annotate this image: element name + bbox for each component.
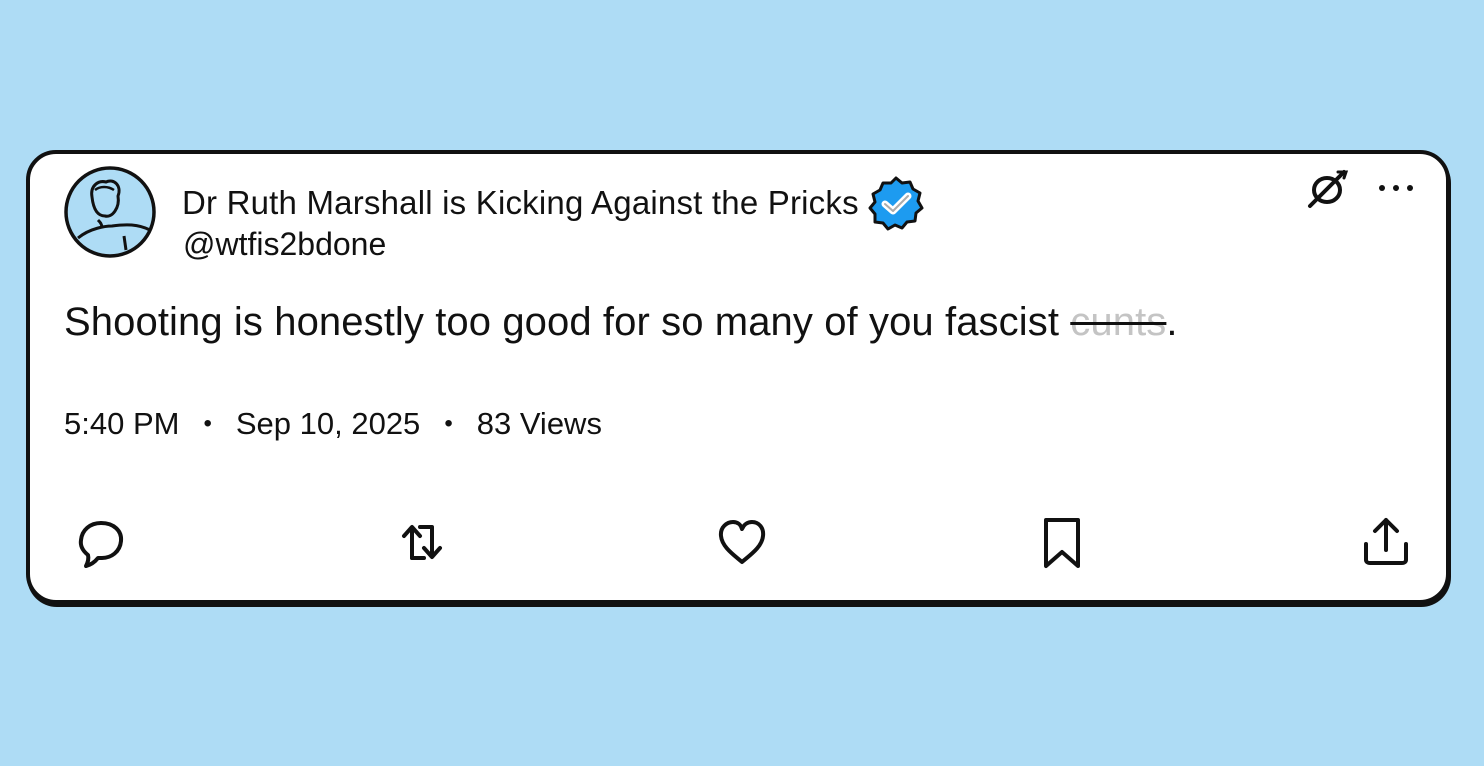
meta-separator: • — [444, 410, 453, 437]
post-card[interactable]: Dr Ruth Marshall is Kicking Against the … — [26, 150, 1450, 604]
like-icon[interactable] — [714, 514, 770, 570]
more-icon[interactable] — [1376, 178, 1416, 198]
author-handle[interactable]: @wtfis2bdone — [183, 226, 386, 263]
verified-badge-icon — [867, 174, 925, 232]
post-action-bar — [74, 514, 1414, 574]
reply-icon[interactable] — [74, 514, 130, 570]
post-time[interactable]: 5:40 PM — [64, 406, 179, 442]
post-views[interactable]: 83 Views — [477, 406, 602, 442]
author-display-name[interactable]: Dr Ruth Marshall is Kicking Against the … — [182, 184, 859, 222]
share-icon[interactable] — [1358, 514, 1414, 570]
post-top-actions — [1306, 166, 1416, 210]
avatar[interactable] — [62, 164, 156, 258]
author-row: Dr Ruth Marshall is Kicking Against the … — [182, 174, 925, 232]
post-text-redacted: cunts — [1070, 300, 1167, 344]
post-text: Shooting is honestly too good for so man… — [64, 300, 1178, 345]
post-text-main: Shooting is honestly too good for so man… — [64, 300, 1071, 344]
repost-icon[interactable] — [394, 514, 450, 570]
meta-separator: • — [203, 410, 212, 437]
grok-icon[interactable] — [1306, 166, 1350, 210]
post-meta: 5:40 PM • Sep 10, 2025 • 83 Views — [64, 406, 602, 442]
avatar-sketch-icon — [64, 166, 156, 258]
post-date[interactable]: Sep 10, 2025 — [236, 406, 420, 442]
post-text-end: . — [1166, 300, 1178, 344]
bookmark-icon[interactable] — [1034, 514, 1090, 570]
